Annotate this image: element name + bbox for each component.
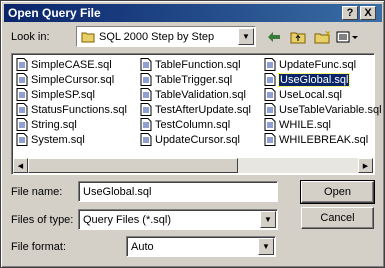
open-button-label: Open <box>324 186 351 198</box>
file-name: StatusFunctions.sql <box>31 103 127 116</box>
help-icon: ? <box>346 7 354 19</box>
sql-file-icon <box>16 58 28 71</box>
sql-file-icon <box>140 103 152 116</box>
file-name: TableTrigger.sql <box>155 73 233 86</box>
file-name: UpdateCursor.sql <box>155 133 240 146</box>
file-name: UseTableVariable.sql <box>279 103 382 116</box>
file-name: TableFunction.sql <box>155 58 241 71</box>
file-item[interactable]: TestAfterUpdate.sql <box>140 102 251 117</box>
title-bar[interactable]: Open Query File ? X <box>4 4 382 22</box>
file-item[interactable]: TableFunction.sql <box>140 57 251 72</box>
file-name: SimpleCASE.sql <box>31 58 112 71</box>
file-format-label: File format: <box>11 241 67 253</box>
look-in-dropdown[interactable]: SQL 2000 Step by Step ▼ <box>76 26 256 47</box>
sql-file-icon <box>264 73 276 86</box>
sql-file-icon <box>264 133 276 146</box>
file-name: WHILE.sql <box>279 118 331 131</box>
up-folder-button[interactable] <box>287 26 309 47</box>
file-name-label: File name: <box>11 186 63 198</box>
file-item[interactable]: WHILE.sql <box>264 117 382 132</box>
file-name: String.sql <box>31 118 77 131</box>
file-item[interactable]: System.sql <box>16 132 127 147</box>
file-item-selected[interactable]: UseGlobal.sql <box>264 72 382 87</box>
open-button[interactable]: Open <box>300 180 375 204</box>
look-in-label: Look in: <box>11 31 50 43</box>
sql-file-icon <box>140 88 152 101</box>
sql-file-icon <box>16 88 28 101</box>
chevron-down-icon[interactable]: ▼ <box>238 28 254 45</box>
file-item[interactable]: WHILEBREAK.sql <box>264 132 382 147</box>
sql-file-icon <box>16 118 28 131</box>
sql-file-icon <box>264 58 276 71</box>
view-menu-icon <box>336 31 358 42</box>
file-column-3: UpdateFunc.sql UseGlobal.sql UseLocal.sq… <box>264 57 382 147</box>
close-button[interactable]: X <box>360 6 376 20</box>
file-name-value: UseGlobal.sql <box>83 185 152 198</box>
sql-file-icon <box>16 133 28 146</box>
file-column-2: TableFunction.sql TableTrigger.sql Table… <box>140 57 251 147</box>
window-title: Open Query File <box>8 6 101 20</box>
cancel-button-label: Cancel <box>320 212 355 224</box>
sql-file-icon <box>264 118 276 131</box>
file-name: WHILEBREAK.sql <box>279 133 369 146</box>
sql-file-icon <box>140 58 152 71</box>
file-format-value: Auto <box>131 240 154 253</box>
file-item[interactable]: TableTrigger.sql <box>140 72 251 87</box>
scroll-left-icon[interactable]: ◀ <box>13 158 28 173</box>
file-item[interactable]: TestColumn.sql <box>140 117 251 132</box>
sql-file-icon <box>264 103 276 116</box>
file-name: SimpleSP.sql <box>31 88 95 101</box>
file-list[interactable]: SimpleCASE.sql SimpleCursor.sql SimpleSP… <box>11 53 382 175</box>
file-item[interactable]: UpdateCursor.sql <box>140 132 251 147</box>
files-of-type-label: Files of type: <box>11 214 74 226</box>
sql-file-icon <box>140 73 152 86</box>
file-item[interactable]: UseLocal.sql <box>264 87 382 102</box>
file-name-input[interactable]: UseGlobal.sql <box>78 181 278 202</box>
file-item[interactable]: SimpleSP.sql <box>16 87 127 102</box>
file-item[interactable]: TableValidation.sql <box>140 87 251 102</box>
file-name: System.sql <box>31 133 85 146</box>
file-name: SimpleCursor.sql <box>31 73 115 86</box>
file-item[interactable]: UpdateFunc.sql <box>264 57 382 72</box>
sql-file-icon <box>264 88 276 101</box>
files-of-type-value: Query Files (*.sql) <box>83 213 172 226</box>
help-button[interactable]: ? <box>342 6 358 20</box>
horizontal-scrollbar[interactable]: ◀ ▶ <box>13 158 373 173</box>
new-folder-icon <box>314 30 330 43</box>
open-query-file-dialog: Open Query File ? X Look in: SQL 2000 St… <box>0 0 385 268</box>
file-name: TestAfterUpdate.sql <box>155 103 251 116</box>
new-folder-button[interactable] <box>311 26 333 47</box>
chevron-down-icon[interactable]: ▼ <box>258 238 274 255</box>
file-name: TestColumn.sql <box>155 118 231 131</box>
folder-icon <box>81 32 95 42</box>
sql-file-icon <box>140 118 152 131</box>
sql-file-icon <box>16 73 28 86</box>
file-item[interactable]: StatusFunctions.sql <box>16 102 127 117</box>
look-in-value: SQL 2000 Step by Step <box>99 30 215 43</box>
file-name: UseGlobal.sql <box>277 72 351 87</box>
file-format-dropdown[interactable]: Auto ▼ <box>126 236 276 257</box>
back-button[interactable] <box>263 26 285 47</box>
file-item[interactable]: SimpleCursor.sql <box>16 72 127 87</box>
file-name: UseLocal.sql <box>279 88 342 101</box>
close-icon: X <box>364 7 372 19</box>
cancel-button[interactable]: Cancel <box>301 207 374 229</box>
file-name: TableValidation.sql <box>155 88 246 101</box>
file-name: UpdateFunc.sql <box>279 58 357 71</box>
view-menu-button[interactable] <box>334 26 362 47</box>
file-item[interactable]: String.sql <box>16 117 127 132</box>
files-of-type-dropdown[interactable]: Query Files (*.sql) ▼ <box>78 209 278 230</box>
scroll-right-icon[interactable]: ▶ <box>358 158 373 173</box>
scrollbar-thumb[interactable] <box>28 158 238 173</box>
sql-file-icon <box>16 103 28 116</box>
back-arrow-icon <box>268 31 280 42</box>
sql-file-icon <box>140 133 152 146</box>
up-folder-icon <box>290 32 306 43</box>
file-column-1: SimpleCASE.sql SimpleCursor.sql SimpleSP… <box>16 57 127 147</box>
file-item[interactable]: UseTableVariable.sql <box>264 102 382 117</box>
file-item[interactable]: SimpleCASE.sql <box>16 57 127 72</box>
chevron-down-icon[interactable]: ▼ <box>260 211 276 228</box>
